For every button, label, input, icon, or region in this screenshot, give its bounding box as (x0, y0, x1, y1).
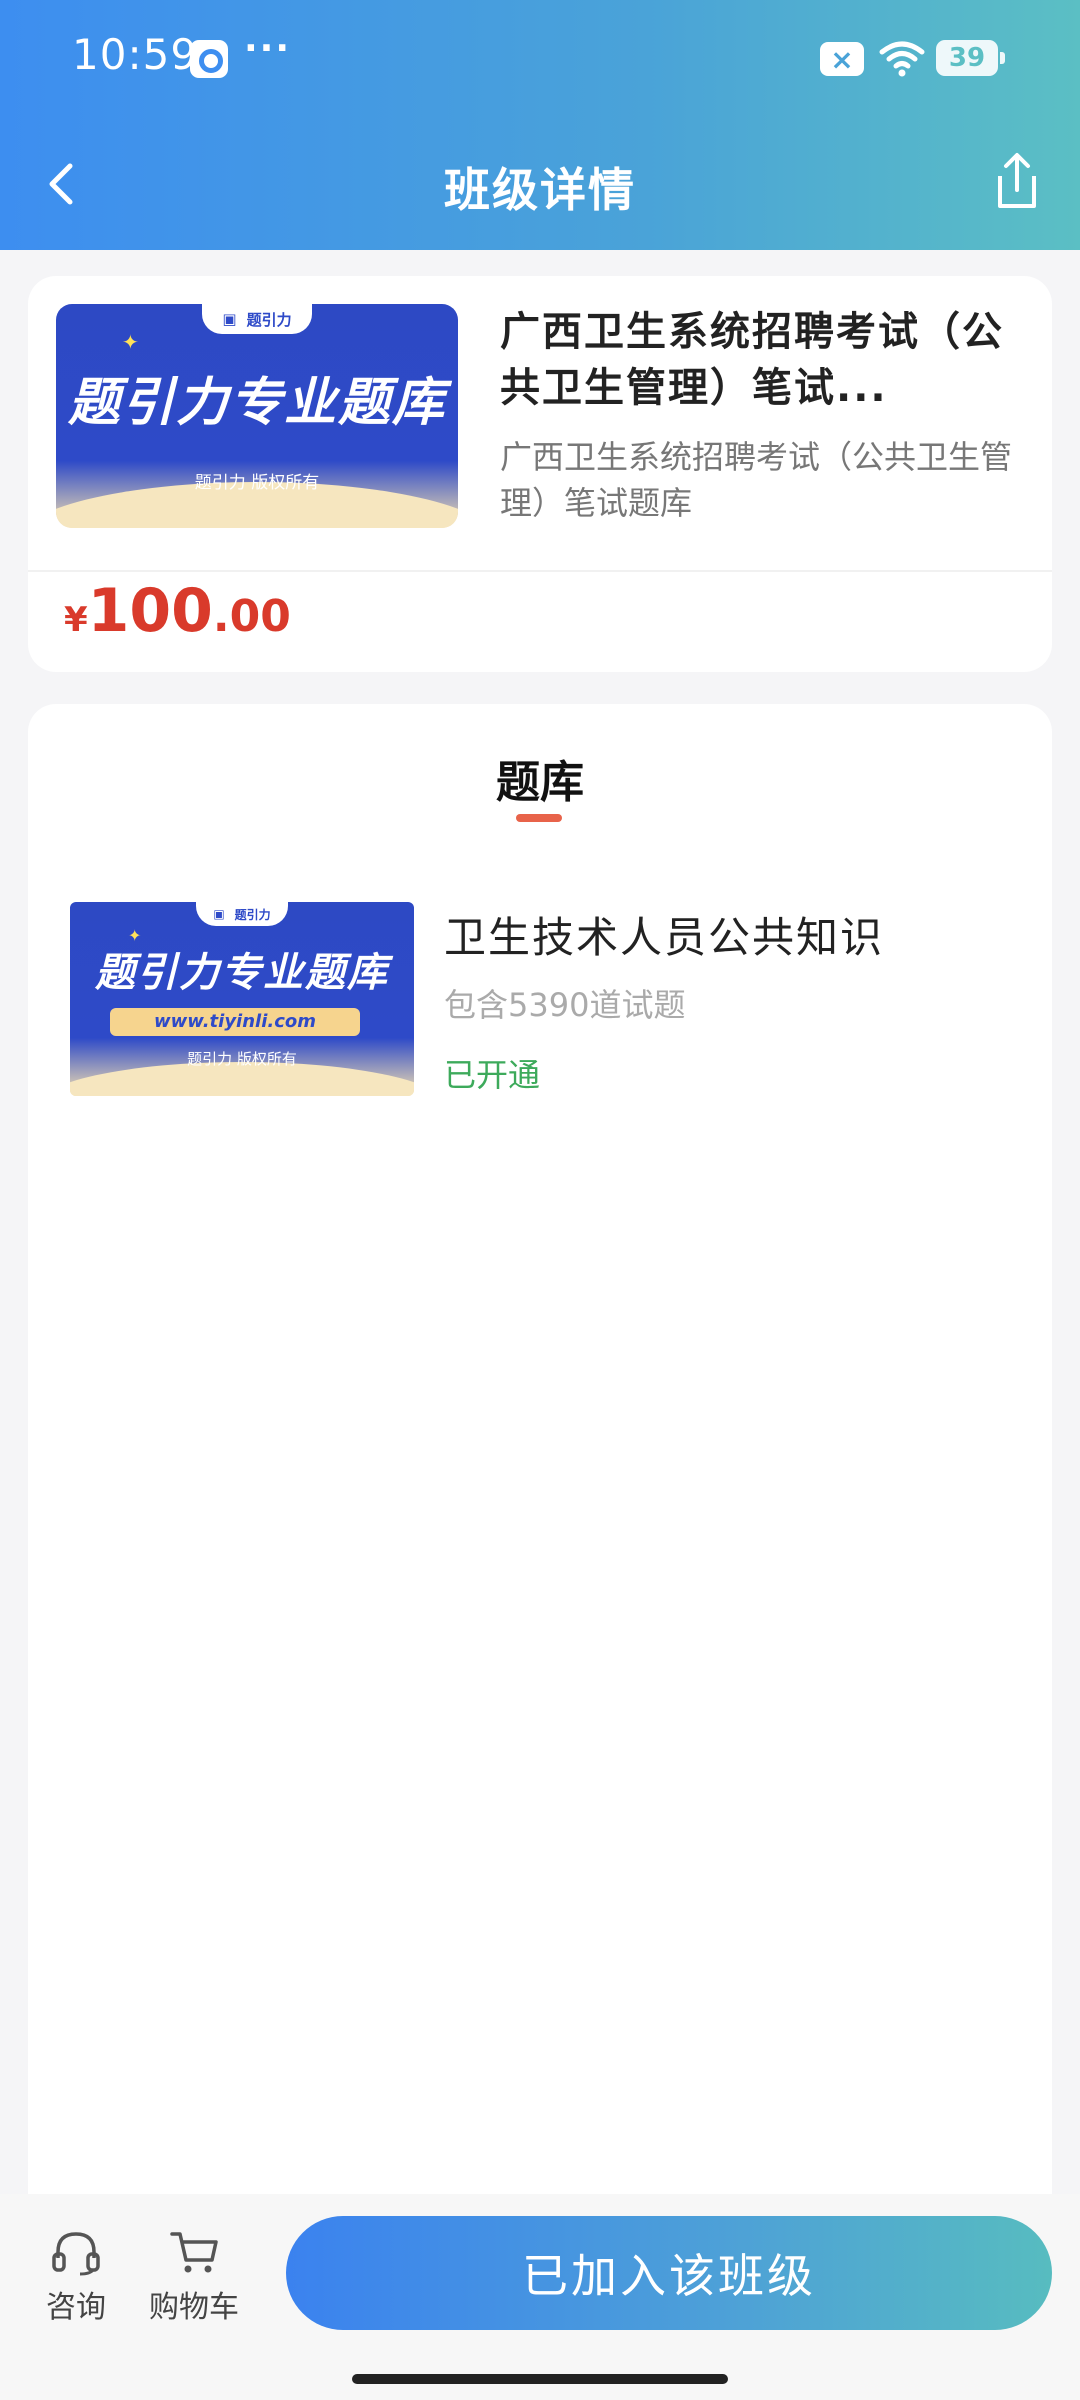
cover-title: 题引力专业题库 (67, 373, 446, 433)
course-subtitle: 广西卫生系统招聘考试（公共卫生管理）笔试题库 (500, 438, 1013, 522)
price-currency: ¥ (64, 600, 88, 640)
section-title: 题库 (496, 757, 584, 808)
bottom-bar: 咨询 购物车 已加入该班级 (0, 2194, 1080, 2400)
consult-label: 咨询 (46, 2290, 106, 2325)
price-decimal: .00 (212, 591, 291, 642)
cover-logo-icon: ▣ (222, 310, 237, 328)
cover-copyright: 题引力 版权所有 (194, 473, 320, 493)
question-bank-card: 题库 ▣ 题引力 ✦ 题引力专业题库 www.tiyinli.com 题引力 版… (28, 704, 1052, 2204)
header: 10:59 ··· × 39 班级详情 (0, 0, 1080, 250)
divider (28, 570, 1052, 572)
cart-label: 购物车 (149, 2290, 239, 2325)
share-icon[interactable] (990, 150, 1044, 212)
cover-logo-icon: ▣ (213, 907, 225, 921)
more-notifications-icon: ··· (244, 28, 292, 69)
bank-status: 已开通 (444, 1056, 541, 1094)
course-cover-image: ▣ 题引力 ✦ 题引力专业题库 题引力 版权所有 (56, 304, 458, 528)
course-price: ¥100.00 (64, 576, 291, 646)
course-title: 广西卫生系统招聘考试（公共卫生管理）笔试... (500, 309, 1004, 411)
cover-brand-tab: ▣ 题引力 (196, 902, 288, 926)
cover-title: 题引力专业题库 (95, 950, 389, 996)
bank-name: 卫生技术人员公共知识 (444, 913, 885, 962)
battery-icon: 39 (936, 40, 1005, 76)
status-bar: 10:59 ··· × 39 (0, 0, 1080, 118)
cart-icon (170, 2232, 218, 2273)
cover-copyright: 题引力 版权所有 (187, 1050, 297, 1068)
page-title: 班级详情 (444, 163, 636, 217)
joined-class-button[interactable]: 已加入该班级 (286, 2216, 1052, 2330)
headset-icon (52, 2232, 100, 2276)
close-notification-icon: × (820, 42, 864, 76)
bank-question-count: 包含5390道试题 (444, 986, 686, 1024)
price-integer: 100 (87, 576, 213, 646)
cart-button[interactable]: 购物车 (146, 2228, 242, 2326)
cover-brand-tab: ▣ 题引力 (202, 304, 312, 334)
home-indicator[interactable] (352, 2374, 728, 2384)
app-notification-icon (190, 40, 228, 78)
course-card: ▣ 题引力 ✦ 题引力专业题库 题引力 版权所有 广西卫生系统招聘考试（公共卫生… (28, 276, 1052, 672)
consult-button[interactable]: 咨询 (40, 2228, 112, 2326)
cover-brand-label: 题引力 (234, 907, 271, 922)
wifi-icon (879, 41, 925, 77)
section-underline (516, 814, 562, 822)
bank-cover-image: ▣ 题引力 ✦ 题引力专业题库 www.tiyinli.com 题引力 版权所有 (70, 902, 414, 1096)
cover-url: www.tiyinli.com (110, 1008, 360, 1036)
status-time: 10:59 (72, 30, 199, 79)
star-icon: ✦ (122, 330, 139, 354)
cover-brand-label: 题引力 (246, 310, 292, 329)
